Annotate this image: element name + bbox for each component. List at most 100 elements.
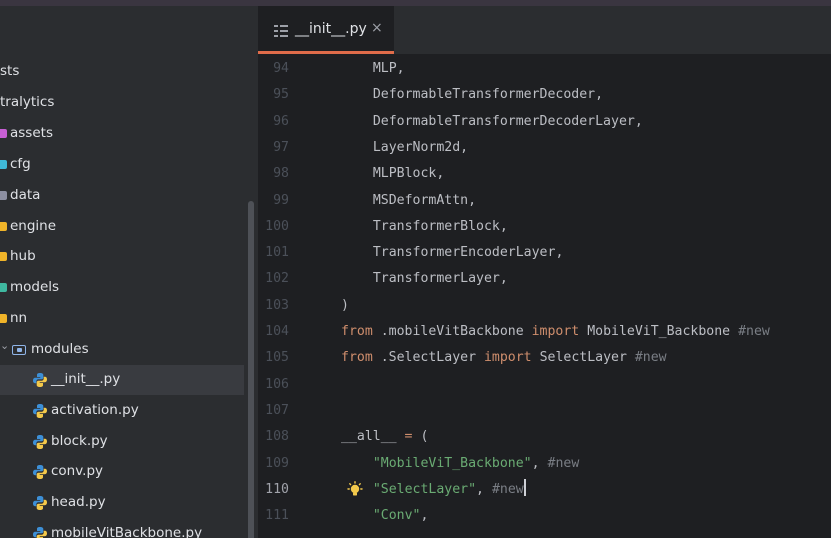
line-number: 94 bbox=[273, 61, 289, 76]
line-number: 99 bbox=[273, 192, 289, 208]
tree-item-label: tralytics bbox=[0, 94, 55, 110]
tree-item-data[interactable]: data bbox=[0, 181, 244, 211]
code-line[interactable]: 101 TransformerEncoderLayer, bbox=[258, 240, 831, 266]
code-line[interactable]: 102 TransformerLayer, bbox=[258, 266, 831, 292]
code-text: "Conv", bbox=[372, 508, 429, 524]
code-line[interactable]: 107 bbox=[258, 398, 831, 424]
code-line[interactable]: 99 MSDeformAttn, bbox=[258, 188, 831, 214]
tree-item-label: assets bbox=[10, 125, 53, 141]
project-tree-scrollbar[interactable] bbox=[248, 201, 254, 538]
code-line[interactable]: 104 from .mobileVitBackbone import Mobile… bbox=[258, 319, 831, 345]
python-file-icon bbox=[33, 404, 47, 418]
tree-item-nn[interactable]: nn bbox=[0, 304, 244, 334]
tree-item-label: cfg bbox=[10, 156, 31, 172]
tree-item-block-py[interactable]: block.py bbox=[0, 427, 244, 457]
python-file-icon bbox=[33, 496, 47, 510]
tree-item-sts[interactable]: sts bbox=[0, 57, 244, 87]
line-number: 108 bbox=[265, 429, 289, 445]
package-folder-icon bbox=[12, 345, 26, 355]
code-text: TransformerBlock, bbox=[372, 218, 508, 234]
tree-item-hub[interactable]: hub bbox=[0, 242, 244, 272]
code-editor[interactable]: 94 MLP, 95 DeformableTransformerDecoder, 9… bbox=[258, 55, 831, 538]
code-text: DeformableTransformerDecoder, bbox=[372, 87, 604, 103]
tree-item-label: conv.py bbox=[51, 463, 104, 479]
line-number: 107 bbox=[265, 402, 289, 418]
tree-item-engine[interactable]: engine bbox=[0, 212, 244, 242]
python-file-icon bbox=[33, 435, 47, 449]
tree-item-label: models bbox=[10, 279, 60, 295]
gear-folder-icon bbox=[0, 160, 7, 169]
line-number: 97 bbox=[273, 139, 289, 155]
code-text: TransformerLayer, bbox=[372, 271, 508, 287]
code-text: "SelectLayer", #new bbox=[341, 477, 526, 503]
tab-init-py[interactable]: __init__.py × bbox=[258, 6, 394, 54]
tree-item-label: data bbox=[10, 187, 41, 203]
tree-item-modules[interactable]: ⌄ modules bbox=[0, 335, 244, 365]
line-number: 96 bbox=[273, 113, 289, 129]
tree-item-conv-py[interactable]: conv.py bbox=[0, 457, 244, 487]
code-line[interactable]: 94 MLP, bbox=[258, 56, 831, 82]
tree-item-label: head.py bbox=[51, 494, 106, 510]
tree-item-assets[interactable]: assets bbox=[0, 119, 244, 149]
code-line[interactable]: 100 TransformerBlock, bbox=[258, 214, 831, 240]
tree-item-mobilevitbackbone-py[interactable]: mobileVitBackbone.py bbox=[0, 519, 244, 538]
line-number: 106 bbox=[265, 376, 289, 392]
line-number: 100 bbox=[265, 218, 289, 234]
tree-item-init-py[interactable]: __init__.py bbox=[0, 365, 244, 395]
folder-icon bbox=[0, 314, 7, 323]
folder-icon bbox=[0, 191, 7, 200]
line-number: 101 bbox=[265, 245, 289, 261]
line-number: 95 bbox=[273, 87, 289, 103]
tree-item-models[interactable]: models bbox=[0, 273, 244, 303]
code-text: LayerNorm2d, bbox=[372, 139, 469, 155]
text-caret bbox=[523, 478, 526, 496]
tree-item-tralytics[interactable]: tralytics bbox=[0, 88, 244, 118]
tree-item-label: hub bbox=[10, 248, 36, 264]
code-line[interactable]: 110 "SelectLayer", #new bbox=[258, 477, 831, 503]
python-file-icon bbox=[33, 527, 47, 538]
code-line[interactable]: 103) bbox=[258, 293, 831, 319]
code-text: from .mobileVitBackbone import MobileViT… bbox=[341, 324, 770, 339]
chevron-down-icon[interactable]: ⌄ bbox=[0, 339, 9, 352]
line-number: 105 bbox=[265, 350, 289, 366]
tree-item-activation-py[interactable]: activation.py bbox=[0, 396, 244, 426]
code-line[interactable]: 108 __all__ = ( bbox=[258, 424, 831, 450]
tree-item-head-py[interactable]: head.py bbox=[0, 488, 244, 518]
code-line[interactable]: 97 LayerNorm2d, bbox=[258, 135, 831, 161]
code-line[interactable]: 105 from .SelectLayer import SelectLayer … bbox=[258, 345, 831, 371]
code-text: ) bbox=[341, 297, 349, 313]
project-tree-header bbox=[0, 6, 258, 54]
code-text: MLPBlock, bbox=[372, 166, 445, 182]
code-text: TransformerEncoderLayer, bbox=[372, 245, 564, 261]
line-number: 103 bbox=[265, 297, 289, 313]
python-file-icon bbox=[33, 465, 47, 479]
tree-item-label: block.py bbox=[51, 433, 108, 449]
folder-icon bbox=[0, 283, 7, 292]
code-text: DeformableTransformerDecoderLayer, bbox=[372, 113, 643, 129]
folder-icon bbox=[0, 129, 7, 138]
code-text: __all__ = ( bbox=[341, 429, 429, 445]
project-tree-panel: sts tralytics assets cfg data engine hub models… bbox=[0, 6, 258, 538]
line-number: 111 bbox=[265, 508, 289, 524]
tab-label: __init__.py bbox=[295, 21, 367, 37]
line-number: 104 bbox=[265, 324, 289, 339]
code-text: MSDeformAttn, bbox=[372, 192, 477, 208]
code-line[interactable]: 106 bbox=[258, 372, 831, 398]
close-icon[interactable]: × bbox=[371, 20, 383, 36]
tree-item-cfg[interactable]: cfg bbox=[0, 150, 244, 180]
line-number: 102 bbox=[265, 271, 289, 287]
tree-item-label: activation.py bbox=[51, 402, 139, 418]
line-number: 109 bbox=[265, 455, 289, 471]
folder-icon bbox=[0, 222, 7, 231]
editor-tab-bar: __init__.py × bbox=[258, 6, 831, 55]
code-line[interactable]: 95 DeformableTransformerDecoder, bbox=[258, 82, 831, 108]
code-line[interactable]: 98 MLPBlock, bbox=[258, 161, 831, 187]
tree-item-label: __init__.py bbox=[51, 371, 121, 387]
code-line[interactable]: 96 DeformableTransformerDecoderLayer, bbox=[258, 109, 831, 135]
code-line[interactable]: 111 "Conv", bbox=[258, 503, 831, 529]
code-text: MLP, bbox=[372, 61, 405, 76]
tree-item-label: mobileVitBackbone.py bbox=[51, 525, 203, 538]
code-line[interactable]: 109 "MobileViT_Backbone", #new bbox=[258, 451, 831, 477]
tree-item-label: nn bbox=[10, 310, 28, 326]
structure-icon bbox=[274, 25, 288, 37]
